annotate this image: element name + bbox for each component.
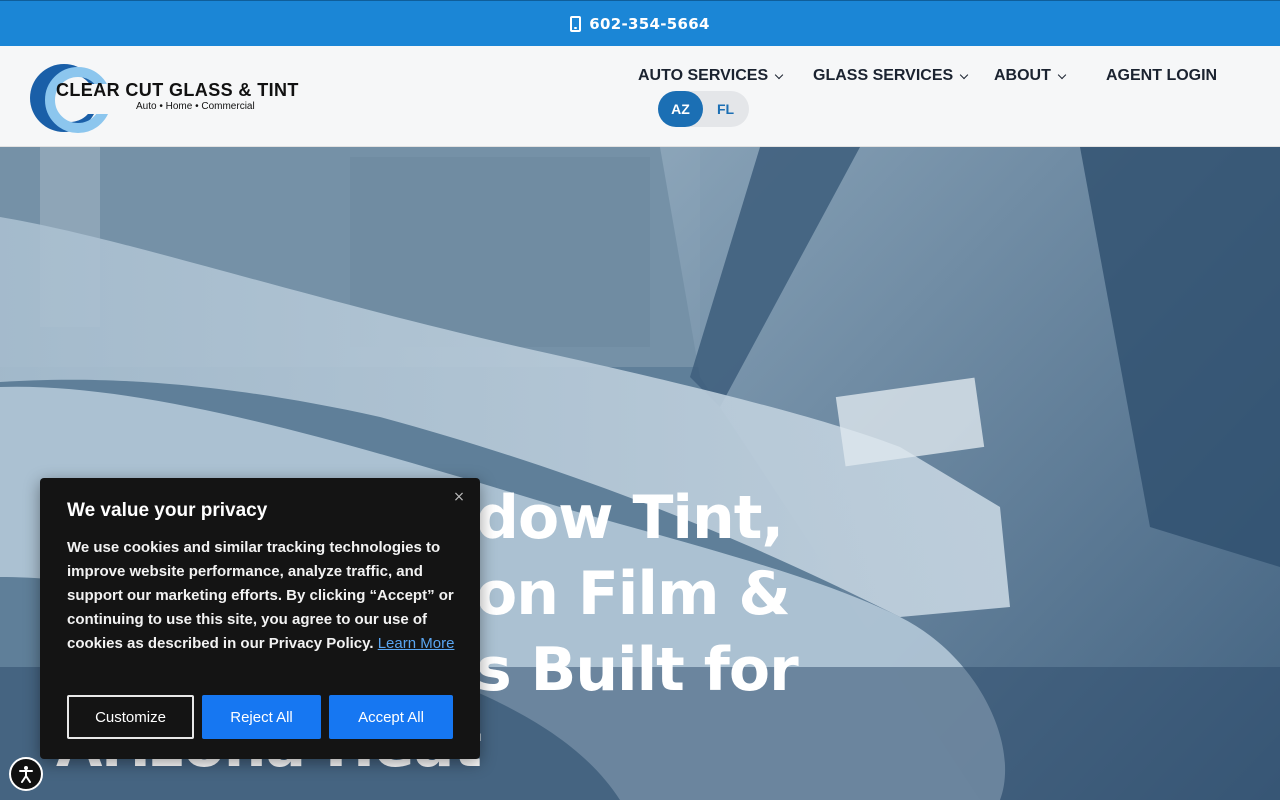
nav-label: AUTO SERVICES	[638, 67, 769, 84]
learn-more-link[interactable]: Learn More	[378, 635, 455, 652]
nav-item-agent-login[interactable]: AGENT LOGIN	[1106, 67, 1217, 85]
site-header: CLEAR CUT GLASS & TINT Auto • Home • Com…	[0, 46, 1280, 147]
state-option-fl[interactable]: FL	[703, 91, 748, 127]
state-option-az[interactable]: AZ	[658, 91, 703, 127]
nav-label: AGENT LOGIN	[1106, 67, 1218, 84]
main-nav: AUTO SERVICES GLASS SERVICES ABOUT AGENT…	[0, 67, 1280, 87]
accept-all-button[interactable]: Accept All	[329, 695, 453, 739]
accessibility-icon	[19, 766, 33, 783]
nav-label: ABOUT	[994, 67, 1051, 84]
nav-item-about[interactable]: ABOUT	[994, 67, 1067, 85]
cookie-body: We use cookies and similar tracking tech…	[67, 536, 457, 656]
cookie-consent-banner: × We value your privacy We use cookies a…	[40, 478, 480, 759]
accessibility-button[interactable]	[9, 757, 43, 791]
customize-button[interactable]: Customize	[67, 695, 194, 739]
close-icon[interactable]: ×	[452, 490, 466, 504]
chevron-down-icon	[1057, 70, 1067, 79]
logo-tagline: Auto • Home • Commercial	[136, 101, 255, 112]
reject-all-button[interactable]: Reject All	[202, 695, 321, 739]
cookie-title: We value your privacy	[67, 500, 268, 521]
phone-icon	[570, 15, 582, 32]
phone-number-link[interactable]: 602-354-5664	[589, 15, 709, 33]
state-toggle: AZ FL	[658, 91, 749, 127]
chevron-down-icon	[774, 70, 784, 79]
cookie-buttons: Customize Reject All Accept All	[67, 695, 453, 739]
nav-item-glass-services[interactable]: GLASS SERVICES	[813, 67, 969, 85]
top-contact-bar: 602-354-5664	[0, 0, 1280, 46]
nav-label: GLASS SERVICES	[813, 67, 954, 84]
chevron-down-icon	[959, 70, 969, 79]
nav-item-auto-services[interactable]: AUTO SERVICES	[638, 67, 784, 85]
